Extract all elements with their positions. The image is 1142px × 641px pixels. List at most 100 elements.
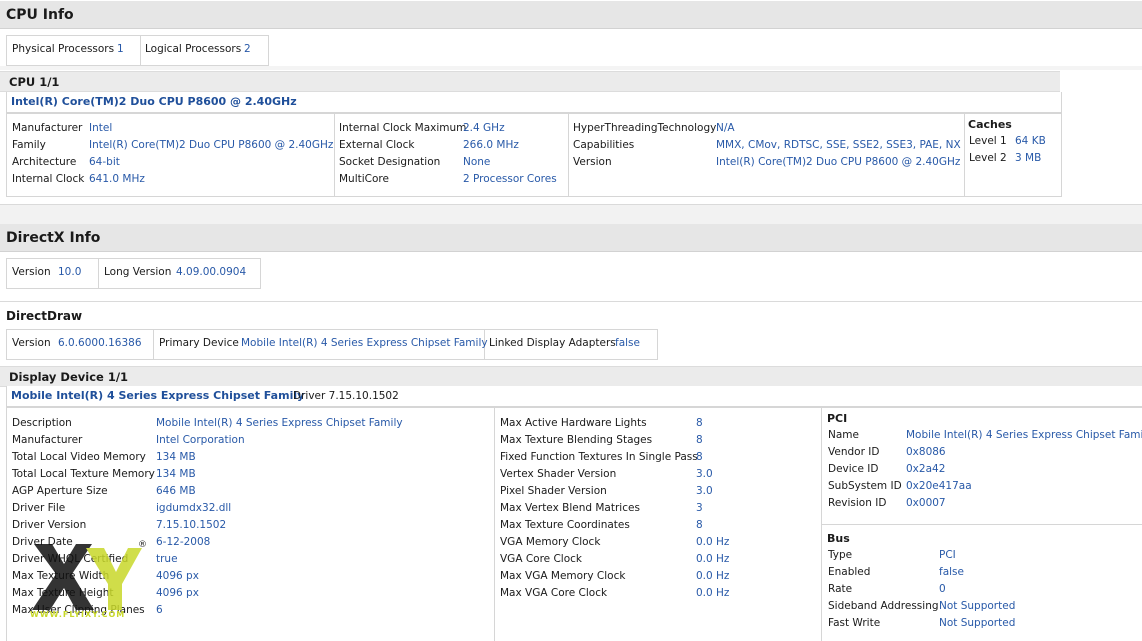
bus-rate-value: 0 bbox=[939, 583, 946, 595]
dd-hw-lights-value: 8 bbox=[696, 417, 703, 429]
bus-type-label: Type bbox=[828, 549, 853, 561]
directx-version-label: Version bbox=[12, 266, 51, 278]
cache-level2-label: Level 2 bbox=[969, 152, 1007, 164]
cpu-capabilities-value: MMX, CMov, RDTSC, SSE, SSE2, SSE3, PAE, … bbox=[716, 139, 961, 151]
dd-blend-matrices-label: Max Vertex Blend Matrices bbox=[500, 502, 640, 514]
bus-enabled-label: Enabled bbox=[828, 566, 871, 578]
pci-subsystem-id-label: SubSystem ID bbox=[828, 480, 902, 492]
primary-device-label: Primary Device bbox=[159, 337, 239, 349]
cpu-info-title: CPU Info bbox=[6, 7, 74, 23]
dd-max-vga-memory-clock-value: 0.0 Hz bbox=[696, 570, 730, 582]
dd-description-label: Description bbox=[12, 417, 72, 429]
dd-vga-core-clock-value: 0.0 Hz bbox=[696, 553, 730, 565]
dd-texture-coords-label: Max Texture Coordinates bbox=[500, 519, 630, 531]
dd-manufacturer-value: Intel Corporation bbox=[156, 434, 245, 446]
directx-long-version-value: 4.09.00.0904 bbox=[176, 266, 247, 278]
display-device-band-title: Display Device 1/1 bbox=[9, 370, 129, 384]
dd-vertex-shader-value: 3.0 bbox=[696, 468, 713, 480]
directdraw-version-value: 6.0.6000.16386 bbox=[58, 337, 142, 349]
cpu-name: Intel(R) Core(TM)2 Duo CPU P8600 @ 2.40G… bbox=[11, 95, 297, 108]
primary-device-value: Mobile Intel(R) 4 Series Express Chipset… bbox=[241, 337, 488, 349]
bus-type-value: PCI bbox=[939, 549, 956, 561]
directdraw-version-label: Version bbox=[12, 337, 51, 349]
bus-sideband-label: Sideband Addressing bbox=[828, 600, 939, 612]
cpu-band: CPU 1/1 bbox=[0, 71, 1060, 92]
dd-driver-file-value: igdumdx32.dll bbox=[156, 502, 232, 514]
pci-name-label: Name bbox=[828, 429, 859, 441]
dd-single-pass-value: 8 bbox=[696, 451, 703, 463]
cpu-hyperthreading-value: N/A bbox=[716, 122, 735, 134]
dd-clipping-planes-value: 6 bbox=[156, 604, 163, 616]
caches-title: Caches bbox=[968, 118, 1012, 131]
directx-info-header: DirectX Info bbox=[0, 224, 1142, 252]
cache-level1-value: 64 KB bbox=[1015, 135, 1046, 147]
pci-device-id-value: 0x2a42 bbox=[906, 463, 946, 475]
dd-whql-value: true bbox=[156, 553, 178, 565]
dd-driver-file-label: Driver File bbox=[12, 502, 66, 514]
cpu-multicore-value: 2 Processor Cores bbox=[463, 173, 557, 185]
dd-vertex-shader-label: Vertex Shader Version bbox=[500, 468, 617, 480]
registered-mark: ® bbox=[138, 540, 147, 550]
pci-title: PCI bbox=[827, 412, 848, 425]
physical-processors-value: 1 bbox=[117, 43, 124, 55]
pci-vendor-id-label: Vendor ID bbox=[828, 446, 880, 458]
dd-vga-memory-clock-label: VGA Memory Clock bbox=[500, 536, 601, 548]
cpu-band-title: CPU 1/1 bbox=[9, 75, 60, 89]
display-device-band: Display Device 1/1 bbox=[0, 366, 1142, 387]
processor-count-box: Physical Processors 1 Logical Processors… bbox=[6, 35, 269, 66]
watermark-logo: ® WWW.FLYIXY.COM bbox=[30, 538, 155, 624]
dd-manufacturer-label: Manufacturer bbox=[12, 434, 83, 446]
dd-single-pass-label: Fixed Function Textures In Single Pass bbox=[500, 451, 698, 463]
display-device-details: Description Mobile Intel(R) 4 Series Exp… bbox=[6, 407, 1142, 641]
cpu-manufacturer-label: Manufacturer bbox=[12, 122, 83, 134]
cpu-version-label: Version bbox=[573, 156, 612, 168]
dd-driver-version-value: 7.15.10.1502 bbox=[156, 519, 227, 531]
dd-max-texture-height-value: 4096 px bbox=[156, 587, 199, 599]
bus-enabled-value: false bbox=[939, 566, 964, 578]
dd-agp-aperture-value: 646 MB bbox=[156, 485, 196, 497]
dd-hw-lights-label: Max Active Hardware Lights bbox=[500, 417, 647, 429]
dd-texture-memory-value: 134 MB bbox=[156, 468, 196, 480]
dd-texture-coords-value: 8 bbox=[696, 519, 703, 531]
cpu-internal-clock-value: 641.0 MHz bbox=[89, 173, 145, 185]
display-device-name: Mobile Intel(R) 4 Series Express Chipset… bbox=[11, 389, 305, 402]
dd-video-memory-label: Total Local Video Memory bbox=[12, 451, 146, 463]
pci-subsystem-id-value: 0x20e417aa bbox=[906, 480, 972, 492]
dd-agp-aperture-label: AGP Aperture Size bbox=[12, 485, 108, 497]
cache-level2-value: 3 MB bbox=[1015, 152, 1042, 164]
cpu-version-value: Intel(R) Core(TM)2 Duo CPU P8600 @ 2.40G… bbox=[716, 156, 961, 168]
linked-adapters-value: false bbox=[615, 337, 640, 349]
cpu-hyperthreading-label: HyperThreadingTechnology bbox=[573, 122, 717, 134]
display-driver-label: Driver 7.15.10.1502 bbox=[293, 390, 399, 402]
cpu-multicore-label: MultiCore bbox=[339, 173, 389, 185]
cpu-architecture-value: 64-bit bbox=[89, 156, 120, 168]
watermark-url: WWW.FLYIXY.COM bbox=[30, 610, 126, 619]
display-device-name-row: Mobile Intel(R) 4 Series Express Chipset… bbox=[6, 386, 1142, 407]
directx-info-title: DirectX Info bbox=[6, 230, 101, 246]
cpu-family-label: Family bbox=[12, 139, 46, 151]
dd-blend-matrices-value: 3 bbox=[696, 502, 703, 514]
dd-driver-version-label: Driver Version bbox=[12, 519, 87, 531]
dd-pixel-shader-label: Pixel Shader Version bbox=[500, 485, 607, 497]
cpu-family-value: Intel(R) Core(TM)2 Duo CPU P8600 @ 2.40G… bbox=[89, 139, 334, 151]
dd-max-vga-memory-clock-label: Max VGA Memory Clock bbox=[500, 570, 626, 582]
cpu-capabilities-label: Capabilities bbox=[573, 139, 635, 151]
cpu-architecture-label: Architecture bbox=[12, 156, 77, 168]
cpu-internal-clock-label: Internal Clock bbox=[12, 173, 85, 185]
bus-fast-write-label: Fast Write bbox=[828, 617, 881, 629]
directx-long-version-label: Long Version bbox=[104, 266, 172, 278]
cache-level1-label: Level 1 bbox=[969, 135, 1007, 147]
dd-blending-stages-value: 8 bbox=[696, 434, 703, 446]
cpu-external-clock-label: External Clock bbox=[339, 139, 415, 151]
dd-max-vga-core-clock-label: Max VGA Core Clock bbox=[500, 587, 608, 599]
cpu-socket-value: None bbox=[463, 156, 491, 168]
pci-revision-id-value: 0x0007 bbox=[906, 497, 946, 509]
dd-description-value: Mobile Intel(R) 4 Series Express Chipset… bbox=[156, 417, 403, 429]
bus-rate-label: Rate bbox=[828, 583, 853, 595]
bus-fast-write-value: Not Supported bbox=[939, 617, 1016, 629]
dd-max-vga-core-clock-value: 0.0 Hz bbox=[696, 587, 730, 599]
dd-driver-date-value: 6-12-2008 bbox=[156, 536, 211, 548]
cpu-external-clock-value: 266.0 MHz bbox=[463, 139, 519, 151]
directx-version-value: 10.0 bbox=[58, 266, 82, 278]
logical-processors-label: Logical Processors bbox=[145, 43, 242, 55]
